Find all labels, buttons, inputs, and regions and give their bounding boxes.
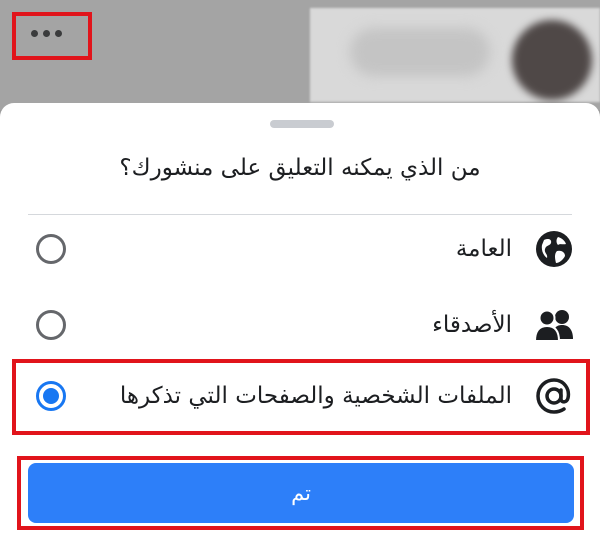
- option-label: العامة: [455, 236, 512, 262]
- option-friends[interactable]: الأصدقاء: [28, 293, 576, 357]
- done-button[interactable]: تم: [28, 463, 574, 523]
- blurred-name: [350, 28, 490, 76]
- divider: [28, 214, 572, 215]
- friends-icon: [532, 303, 576, 347]
- sheet-title: من الذي يمكنه التعليق على منشورك؟: [119, 155, 481, 181]
- selected-option-highlight: [12, 359, 590, 435]
- more-options-button[interactable]: [12, 12, 92, 60]
- avatar: [512, 20, 592, 100]
- radio-friends[interactable]: [36, 310, 66, 340]
- globe-icon: [532, 227, 576, 271]
- option-label: الأصدقاء: [432, 312, 512, 338]
- sheet-drag-handle[interactable]: [270, 120, 334, 128]
- more-dots-icon: [30, 29, 62, 37]
- radio-public[interactable]: [36, 234, 66, 264]
- option-public[interactable]: العامة: [28, 217, 576, 281]
